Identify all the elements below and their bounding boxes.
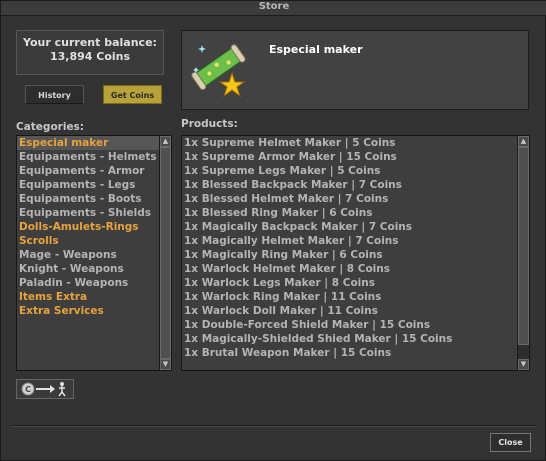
category-item[interactable]: Equipaments - Shields [17, 206, 171, 220]
tab-get-coins[interactable]: Get Coins [103, 85, 162, 104]
category-item[interactable]: Items Extra [17, 290, 171, 304]
product-item[interactable]: 1x Supreme Helmet Maker | 5 Coins [182, 136, 529, 150]
category-item[interactable]: Equipaments - Helmets [17, 150, 171, 164]
transfer-coins-button[interactable]: C [16, 379, 74, 399]
category-item[interactable]: Extra Services [17, 304, 171, 318]
product-item[interactable]: 1x Magically-Shielded Shied Maker | 15 C… [182, 332, 529, 346]
scroll-with-stars-icon [191, 44, 246, 98]
scroll-down-arrow-icon[interactable]: ▼ [160, 359, 171, 370]
product-item[interactable]: 1x Blessed Helmet Maker | 7 Coins [182, 192, 529, 206]
balance-panel: Your current balance: 13,894 Coins [16, 30, 164, 75]
category-item[interactable]: Equipaments - Armor [17, 164, 171, 178]
product-item[interactable]: 1x Warlock Ring Maker | 11 Coins [182, 290, 529, 304]
svg-text:C: C [25, 385, 31, 394]
product-item[interactable]: 1x Double-Forced Shield Maker | 15 Coins [182, 318, 529, 332]
transfer-coins-icon: C [21, 382, 66, 397]
selected-item-name: Especial maker [269, 43, 363, 56]
categories-scrollbar[interactable]: ▲ ▼ [159, 136, 171, 370]
scroll-up-arrow-icon[interactable]: ▲ [518, 136, 529, 147]
window-title[interactable]: Store [1, 1, 546, 16]
product-item[interactable]: 1x Supreme Legs Maker | 5 Coins [182, 164, 529, 178]
balance-label: Your current balance: [23, 36, 157, 49]
products-list[interactable]: 1x Supreme Helmet Maker | 5 Coins 1x Supr… [181, 135, 530, 371]
category-item[interactable]: Paladin - Weapons [17, 276, 171, 290]
category-item[interactable]: Equipaments - Legs [17, 178, 171, 192]
scroll-down-arrow-icon[interactable]: ▼ [518, 359, 529, 370]
scroll-up-arrow-icon[interactable]: ▲ [160, 136, 171, 147]
category-item[interactable]: Especial maker [17, 136, 171, 150]
product-item[interactable]: 1x Magically Backpack Maker | 7 Coins [182, 220, 529, 234]
scroll-thumb[interactable] [160, 147, 171, 359]
selected-item-panel: Especial maker [181, 30, 529, 110]
product-item[interactable]: 1x Blessed Backpack Maker | 7 Coins [182, 178, 529, 192]
tab-history[interactable]: History [25, 85, 84, 104]
product-item[interactable]: 1x Warlock Helmet Maker | 8 Coins [182, 262, 529, 276]
product-item[interactable]: 1x Blessed Ring Maker | 6 Coins [182, 206, 529, 220]
product-item[interactable]: 1x Brutal Weapon Maker | 15 Coins [182, 346, 529, 360]
category-item[interactable]: Dolls-Amulets-Rings [17, 220, 171, 234]
products-label: Products: [181, 118, 238, 130]
products-scrollbar[interactable]: ▲ ▼ [517, 136, 529, 370]
product-item[interactable]: 1x Magically Ring Maker | 6 Coins [182, 248, 529, 262]
category-item[interactable]: Mage - Weapons [17, 248, 171, 262]
product-item[interactable]: 1x Supreme Armor Maker | 15 Coins [182, 150, 529, 164]
category-item[interactable]: Knight - Weapons [17, 262, 171, 276]
close-button[interactable]: Close [490, 433, 531, 452]
product-item[interactable]: 1x Magically Helmet Maker | 7 Coins [182, 234, 529, 248]
product-item[interactable]: 1x Warlock Doll Maker | 11 Coins [182, 304, 529, 318]
category-item[interactable]: Scrolls [17, 234, 171, 248]
scroll-thumb[interactable] [518, 147, 529, 345]
category-item[interactable]: Equipaments - Boots [17, 192, 171, 206]
balance-value: 13,894 Coins [49, 50, 131, 63]
categories-list[interactable]: Especial maker Equipaments - Helmets Equip… [16, 135, 172, 371]
categories-label: Categories: [16, 121, 85, 133]
store-window: Store Your current balance: 13,894 Coins… [0, 0, 546, 461]
product-item[interactable]: 1x Warlock Legs Maker | 8 Coins [182, 276, 529, 290]
footer-divider [11, 425, 537, 427]
